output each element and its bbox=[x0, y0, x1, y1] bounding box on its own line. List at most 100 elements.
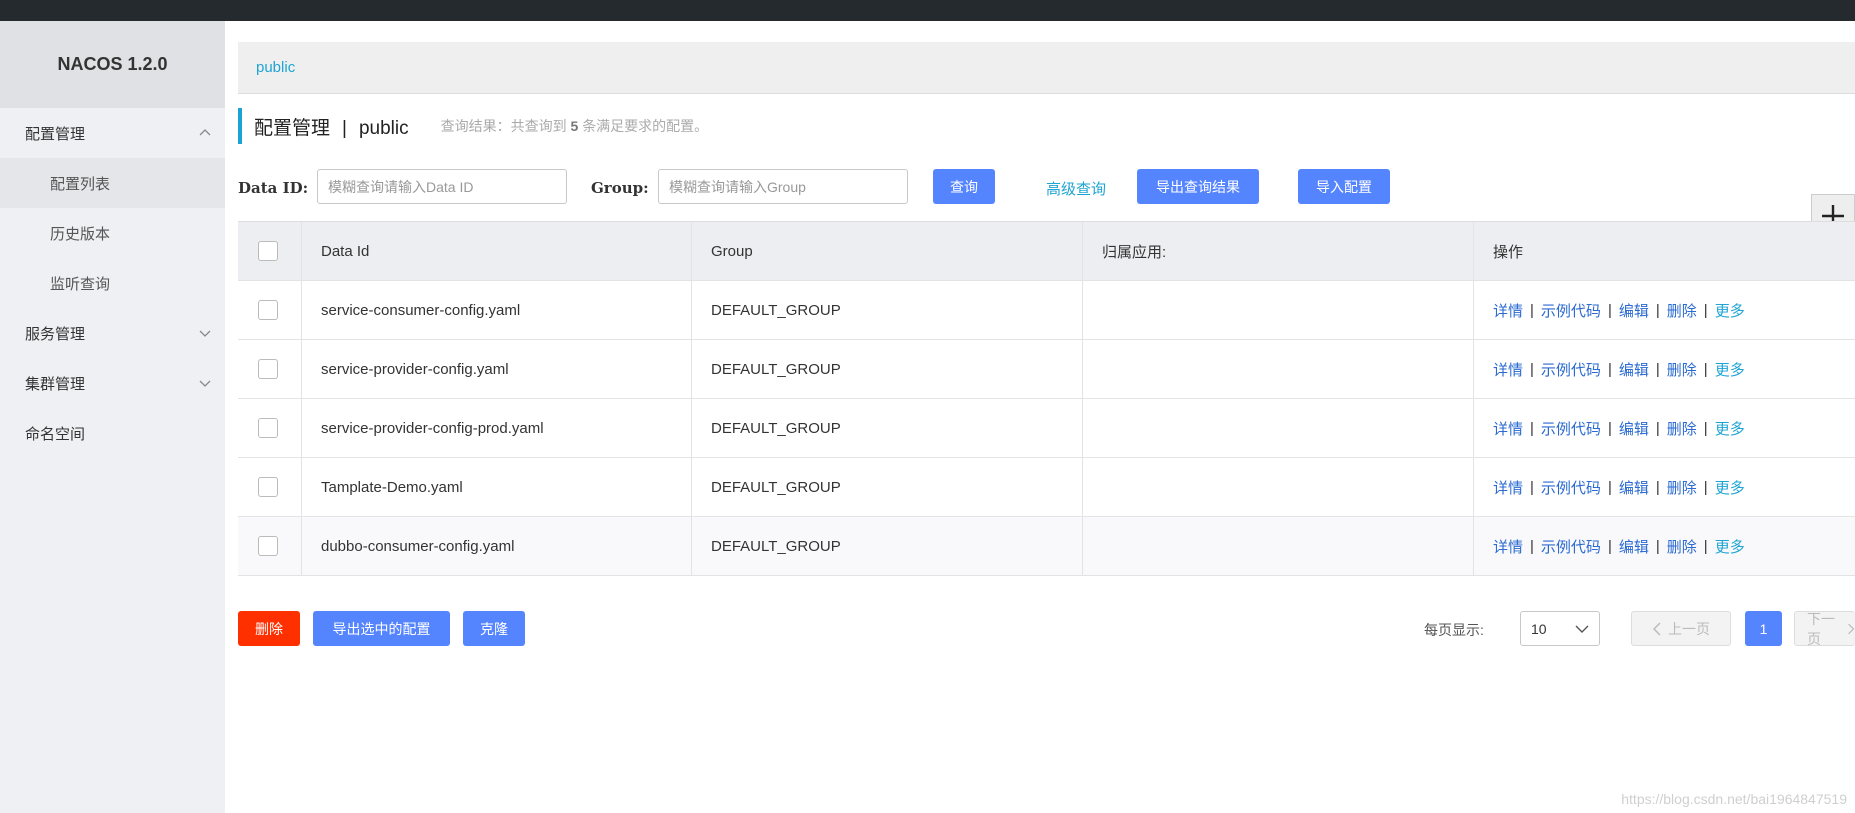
sidebar-item-label: 监听查询 bbox=[50, 275, 111, 293]
edit-link[interactable]: 编辑 bbox=[1619, 418, 1649, 439]
more-link[interactable]: 更多 bbox=[1715, 418, 1745, 439]
row-checkbox-cell bbox=[238, 399, 302, 457]
import-config-button[interactable]: 导入配置 bbox=[1298, 169, 1390, 204]
detail-link[interactable]: 详情 bbox=[1493, 418, 1523, 439]
more-link[interactable]: 更多 bbox=[1715, 359, 1745, 380]
cell-data-id: service-consumer-config.yaml bbox=[302, 281, 692, 339]
more-link[interactable]: 更多 bbox=[1715, 477, 1745, 498]
delete-link[interactable]: 删除 bbox=[1667, 477, 1697, 498]
sample-code-link[interactable]: 示例代码 bbox=[1541, 536, 1601, 557]
group-label: Group: bbox=[591, 179, 649, 197]
sample-code-link[interactable]: 示例代码 bbox=[1541, 477, 1601, 498]
page-header: 配置管理 | public 查询结果：共查询到 5 条满足要求的配置。 bbox=[238, 108, 708, 144]
row-checkbox[interactable] bbox=[258, 477, 278, 497]
export-results-button[interactable]: 导出查询结果 bbox=[1137, 169, 1259, 204]
table-row: service-consumer-config.yaml DEFAULT_GRO… bbox=[238, 281, 1855, 340]
edit-link[interactable]: 编辑 bbox=[1619, 536, 1649, 557]
ops-separator: | bbox=[1530, 537, 1534, 555]
detail-link[interactable]: 详情 bbox=[1493, 359, 1523, 380]
sidebar-item-label: 配置管理 bbox=[25, 125, 86, 143]
row-checkbox[interactable] bbox=[258, 300, 278, 320]
cell-data-id: service-provider-config.yaml bbox=[302, 340, 692, 398]
filter-bar: Data ID: Group: 查询 高级查询 导出查询结果 导入配置 bbox=[238, 169, 1855, 238]
cell-group: DEFAULT_GROUP bbox=[692, 340, 1083, 398]
more-link[interactable]: 更多 bbox=[1715, 300, 1745, 321]
row-checkbox[interactable] bbox=[258, 418, 278, 438]
search-button[interactable]: 查询 bbox=[933, 169, 995, 204]
app-logo: NACOS 1.2.0 bbox=[0, 21, 225, 108]
sidebar-item-cluster-management[interactable]: 集群管理 bbox=[0, 358, 225, 408]
select-all-checkbox[interactable] bbox=[258, 241, 278, 261]
page-size-label: 每页显示: bbox=[1424, 622, 1484, 638]
ops-separator: | bbox=[1530, 301, 1534, 319]
hint-suffix: 条满足要求的配置。 bbox=[582, 118, 709, 134]
more-link[interactable]: 更多 bbox=[1715, 536, 1745, 557]
chevron-down-icon bbox=[199, 330, 211, 337]
query-result-hint: 查询结果：共查询到 5 条满足要求的配置。 bbox=[441, 116, 709, 136]
page-number-current[interactable]: 1 bbox=[1745, 611, 1782, 646]
table-row: service-provider-config.yaml DEFAULT_GRO… bbox=[238, 340, 1855, 399]
cell-operations: 详情 | 示例代码 | 编辑 | 删除 | 更多 bbox=[1474, 281, 1855, 339]
ops-separator: | bbox=[1655, 301, 1660, 319]
delete-selected-button[interactable]: 删除 bbox=[238, 611, 300, 646]
export-selected-button[interactable]: 导出选中的配置 bbox=[313, 611, 450, 646]
column-header-ops: 操作 bbox=[1493, 243, 1524, 261]
ops-separator: | bbox=[1703, 537, 1708, 555]
sidebar-item-namespace[interactable]: 命名空间 bbox=[0, 408, 225, 458]
cell-app bbox=[1083, 281, 1474, 339]
cell-group: DEFAULT_GROUP bbox=[692, 458, 1083, 516]
main-content: public 配置管理 | public 查询结果：共查询到 5 条满足要求的配置。… bbox=[225, 21, 1855, 813]
cell-operations: 详情 | 示例代码 | 编辑 | 删除 | 更多 bbox=[1474, 517, 1855, 575]
ops-separator: | bbox=[1607, 478, 1612, 496]
delete-link[interactable]: 删除 bbox=[1667, 418, 1697, 439]
sidebar-item-label: 配置列表 bbox=[50, 175, 111, 193]
clone-button[interactable]: 克隆 bbox=[463, 611, 525, 646]
edit-link[interactable]: 编辑 bbox=[1619, 300, 1649, 321]
row-checkbox[interactable] bbox=[258, 359, 278, 379]
prev-page-button[interactable]: 上一页 bbox=[1631, 611, 1731, 646]
sample-code-link[interactable]: 示例代码 bbox=[1541, 418, 1601, 439]
page-size-select[interactable]: 10 bbox=[1520, 611, 1600, 646]
sidebar-item-config-management[interactable]: 配置管理 bbox=[0, 108, 225, 158]
sidebar-item-history[interactable]: 历史版本 bbox=[0, 208, 225, 258]
delete-link[interactable]: 删除 bbox=[1667, 359, 1697, 380]
next-page-button[interactable]: 下一页 bbox=[1794, 611, 1855, 647]
advanced-query-link[interactable]: 高级查询 bbox=[1046, 178, 1106, 199]
row-checkbox[interactable] bbox=[258, 536, 278, 556]
sidebar-item-label: 集群管理 bbox=[25, 375, 86, 393]
chevron-left-icon bbox=[1652, 621, 1661, 636]
sidebar-item-listener-query[interactable]: 监听查询 bbox=[0, 258, 225, 308]
delete-link[interactable]: 删除 bbox=[1667, 300, 1697, 321]
ops-separator: | bbox=[1607, 301, 1612, 319]
config-table: Data Id Group 归属应用: 操作 service-consumer-… bbox=[238, 221, 1855, 576]
chevron-right-icon bbox=[1848, 623, 1855, 634]
cell-operations: 详情 | 示例代码 | 编辑 | 删除 | 更多 bbox=[1474, 340, 1855, 398]
group-input[interactable] bbox=[658, 169, 908, 204]
cell-app bbox=[1083, 340, 1474, 398]
ops-separator: | bbox=[1703, 360, 1708, 378]
row-checkbox-cell bbox=[238, 517, 302, 575]
page-title: 配置管理 | public bbox=[254, 113, 409, 140]
header-checkbox-cell bbox=[238, 222, 302, 280]
edit-link[interactable]: 编辑 bbox=[1619, 359, 1649, 380]
detail-link[interactable]: 详情 bbox=[1493, 477, 1523, 498]
edit-link[interactable]: 编辑 bbox=[1619, 477, 1649, 498]
data-id-input[interactable] bbox=[317, 169, 567, 204]
sample-code-link[interactable]: 示例代码 bbox=[1541, 359, 1601, 380]
sidebar-item-service-management[interactable]: 服务管理 bbox=[0, 308, 225, 358]
column-header-data-id: Data Id bbox=[302, 222, 692, 280]
cell-group: DEFAULT_GROUP bbox=[692, 517, 1083, 575]
page-title-text: 配置管理 bbox=[254, 117, 331, 139]
detail-link[interactable]: 详情 bbox=[1493, 536, 1523, 557]
sample-code-link[interactable]: 示例代码 bbox=[1541, 300, 1601, 321]
chevron-down-icon bbox=[199, 380, 211, 387]
cell-app bbox=[1083, 458, 1474, 516]
breadcrumb-namespace[interactable]: public bbox=[256, 59, 295, 76]
delete-link[interactable]: 删除 bbox=[1667, 536, 1697, 557]
detail-link[interactable]: 详情 bbox=[1493, 300, 1523, 321]
sidebar-item-config-list[interactable]: 配置列表 bbox=[0, 158, 225, 208]
table-footer: 删除 导出选中的配置 克隆 每页显示: 10 上一页 1 下一页 bbox=[238, 611, 1855, 647]
ops-separator: | bbox=[1607, 419, 1612, 437]
cell-group: DEFAULT_GROUP bbox=[692, 399, 1083, 457]
top-bar bbox=[0, 0, 1855, 21]
